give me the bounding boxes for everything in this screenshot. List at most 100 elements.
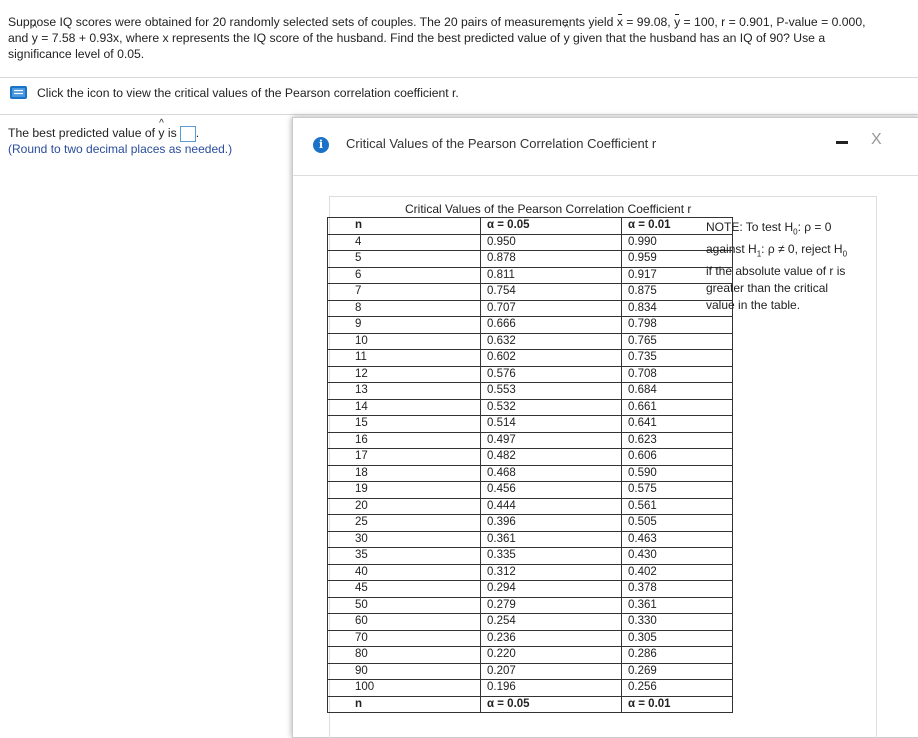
cell-n: 13 bbox=[327, 382, 481, 400]
cell-alpha-005: 0.707 bbox=[480, 299, 622, 317]
cell-alpha-001: 0.661 bbox=[621, 398, 733, 416]
table-row: 6 0.811 0.917 bbox=[327, 266, 733, 284]
cell-alpha-005: 0.576 bbox=[480, 365, 622, 383]
divider bbox=[0, 114, 918, 115]
cell-n: 12 bbox=[327, 365, 481, 383]
cell-alpha-001: 0.286 bbox=[621, 646, 733, 664]
cell-alpha-005: 0.444 bbox=[480, 497, 622, 515]
cell-alpha-005: 0.196 bbox=[480, 679, 622, 697]
table-row: 30 0.361 0.463 bbox=[327, 530, 733, 548]
table-footer-row: nα = 0.05 α = 0.01 bbox=[327, 695, 733, 713]
question-text: Suppose IQ scores were obtained for 20 r… bbox=[8, 14, 913, 62]
answer-period: . bbox=[195, 126, 200, 140]
critical-values-table: n α = 0.05 α = 0.01 4 0.950 0.990 5 0.878 0.9… bbox=[327, 217, 733, 713]
cell-n: 5 bbox=[327, 250, 481, 268]
cell-n: 70 bbox=[327, 629, 481, 647]
table-row: 90 0.207 0.269 bbox=[327, 662, 733, 680]
cell-alpha-005: 0.220 bbox=[480, 646, 622, 664]
table-header-row: n α = 0.05 α = 0.01 bbox=[327, 217, 733, 235]
table-row: 12 0.576 0.708 bbox=[327, 365, 733, 383]
cell-alpha-001: 0.765 bbox=[621, 332, 733, 350]
cell-alpha-001: 0.305 bbox=[621, 629, 733, 647]
cell-alpha-005: 0.279 bbox=[480, 596, 622, 614]
question-line1-c: = 100, r = 0.901, P-value = 0.000, bbox=[680, 15, 866, 29]
cell-alpha-001: 0.590 bbox=[621, 464, 733, 482]
cell-alpha-005: 0.335 bbox=[480, 547, 622, 565]
answer-area: The best predicted value of y is. (Round… bbox=[8, 115, 233, 158]
question-line2-b: = 7.58 + 0.93x, where x represents the I… bbox=[37, 31, 564, 45]
critical-values-link-text[interactable]: Click the icon to view the critical valu… bbox=[37, 86, 459, 100]
cell-alpha-005: 0.482 bbox=[480, 448, 622, 466]
question-line2-a: and bbox=[8, 31, 32, 45]
cell-n: 7 bbox=[327, 283, 481, 301]
table-row: 19 0.456 0.575 bbox=[327, 481, 733, 499]
note-part: against H bbox=[706, 242, 757, 257]
table-row: 10 0.632 0.765 bbox=[327, 332, 733, 350]
critical-values-dialog: i Critical Values of the Pearson Correla… bbox=[292, 117, 918, 738]
cell-alpha-005: 0.811 bbox=[480, 266, 622, 284]
table-note: NOTE: To test H0: ρ = 0 against H1: ρ ≠ … bbox=[706, 219, 856, 314]
critical-values-link-row[interactable]: Click the icon to view the critical valu… bbox=[9, 84, 459, 102]
cell-alpha-001: 0.378 bbox=[621, 580, 733, 598]
table-row: 45 0.294 0.378 bbox=[327, 580, 733, 598]
cell-n: 35 bbox=[327, 547, 481, 565]
cell-alpha-005: 0.532 bbox=[480, 398, 622, 416]
cell-n: 50 bbox=[327, 596, 481, 614]
note-subscript: 0 bbox=[842, 249, 848, 259]
table-row: 15 0.514 0.641 bbox=[327, 415, 733, 433]
table-row: 14 0.532 0.661 bbox=[327, 398, 733, 416]
cell-alpha-001: 0.505 bbox=[621, 514, 733, 532]
table-row: 8 0.707 0.834 bbox=[327, 299, 733, 317]
y-hat-symbol: y bbox=[564, 21, 570, 46]
table-row: 40 0.312 0.402 bbox=[327, 563, 733, 581]
y-bar-symbol: y bbox=[674, 14, 681, 29]
cell-alpha-001: 0.735 bbox=[621, 349, 733, 367]
cell-alpha-005: 0.602 bbox=[480, 349, 622, 367]
cell-alpha-001: 0.606 bbox=[621, 448, 733, 466]
cell-n: 19 bbox=[327, 481, 481, 499]
cell-alpha-005: 0.514 bbox=[480, 415, 622, 433]
note-part: if the absolute value of r is greater th… bbox=[706, 264, 846, 312]
note-part: : ρ = 0 bbox=[797, 220, 832, 234]
cell-alpha-005: 0.456 bbox=[480, 481, 622, 499]
cell-n: 18 bbox=[327, 464, 481, 482]
column-header-alpha-005: α = 0.05 bbox=[480, 217, 622, 235]
cell-alpha-001: 0.561 bbox=[621, 497, 733, 515]
rounding-note: (Round to two decimal places as needed.) bbox=[8, 142, 233, 156]
cell-n: 17 bbox=[327, 448, 481, 466]
info-icon: i bbox=[313, 137, 329, 153]
table-row: 13 0.553 0.684 bbox=[327, 382, 733, 400]
cell-alpha-005: 0.497 bbox=[480, 431, 622, 449]
column-footer-n: n bbox=[327, 695, 481, 713]
cell-alpha-005: 0.632 bbox=[480, 332, 622, 350]
cell-alpha-001: 0.269 bbox=[621, 662, 733, 680]
close-icon[interactable]: X bbox=[871, 131, 882, 149]
table-row: 35 0.335 0.430 bbox=[327, 547, 733, 565]
cell-alpha-001: 0.623 bbox=[621, 431, 733, 449]
cell-alpha-001: 0.256 bbox=[621, 679, 733, 697]
table-row: 60 0.254 0.330 bbox=[327, 613, 733, 631]
dialog-divider bbox=[293, 175, 918, 176]
book-icon[interactable] bbox=[9, 85, 29, 101]
column-header-n: n bbox=[327, 217, 481, 235]
column-footer-alpha-001: α = 0.01 bbox=[621, 695, 733, 713]
cell-n: 30 bbox=[327, 530, 481, 548]
cell-alpha-001: 0.361 bbox=[621, 596, 733, 614]
y-hat-symbol: y bbox=[158, 115, 164, 142]
cell-n: 11 bbox=[327, 349, 481, 367]
minimize-icon[interactable] bbox=[836, 141, 848, 144]
cell-alpha-001: 0.684 bbox=[621, 382, 733, 400]
cell-n: 100 bbox=[327, 679, 481, 697]
cell-alpha-005: 0.666 bbox=[480, 316, 622, 334]
cell-alpha-005: 0.312 bbox=[480, 563, 622, 581]
cell-alpha-001: 0.708 bbox=[621, 365, 733, 383]
cell-n: 40 bbox=[327, 563, 481, 581]
cell-n: 45 bbox=[327, 580, 481, 598]
answer-prefix: The best predicted value of bbox=[8, 126, 159, 140]
cell-alpha-005: 0.361 bbox=[480, 530, 622, 548]
note-part: NOTE: To test H bbox=[706, 220, 794, 234]
table-row: 100 0.196 0.256 bbox=[327, 679, 733, 697]
x-bar-symbol: x bbox=[616, 14, 623, 29]
cell-alpha-005: 0.468 bbox=[480, 464, 622, 482]
cell-n: 60 bbox=[327, 613, 481, 631]
